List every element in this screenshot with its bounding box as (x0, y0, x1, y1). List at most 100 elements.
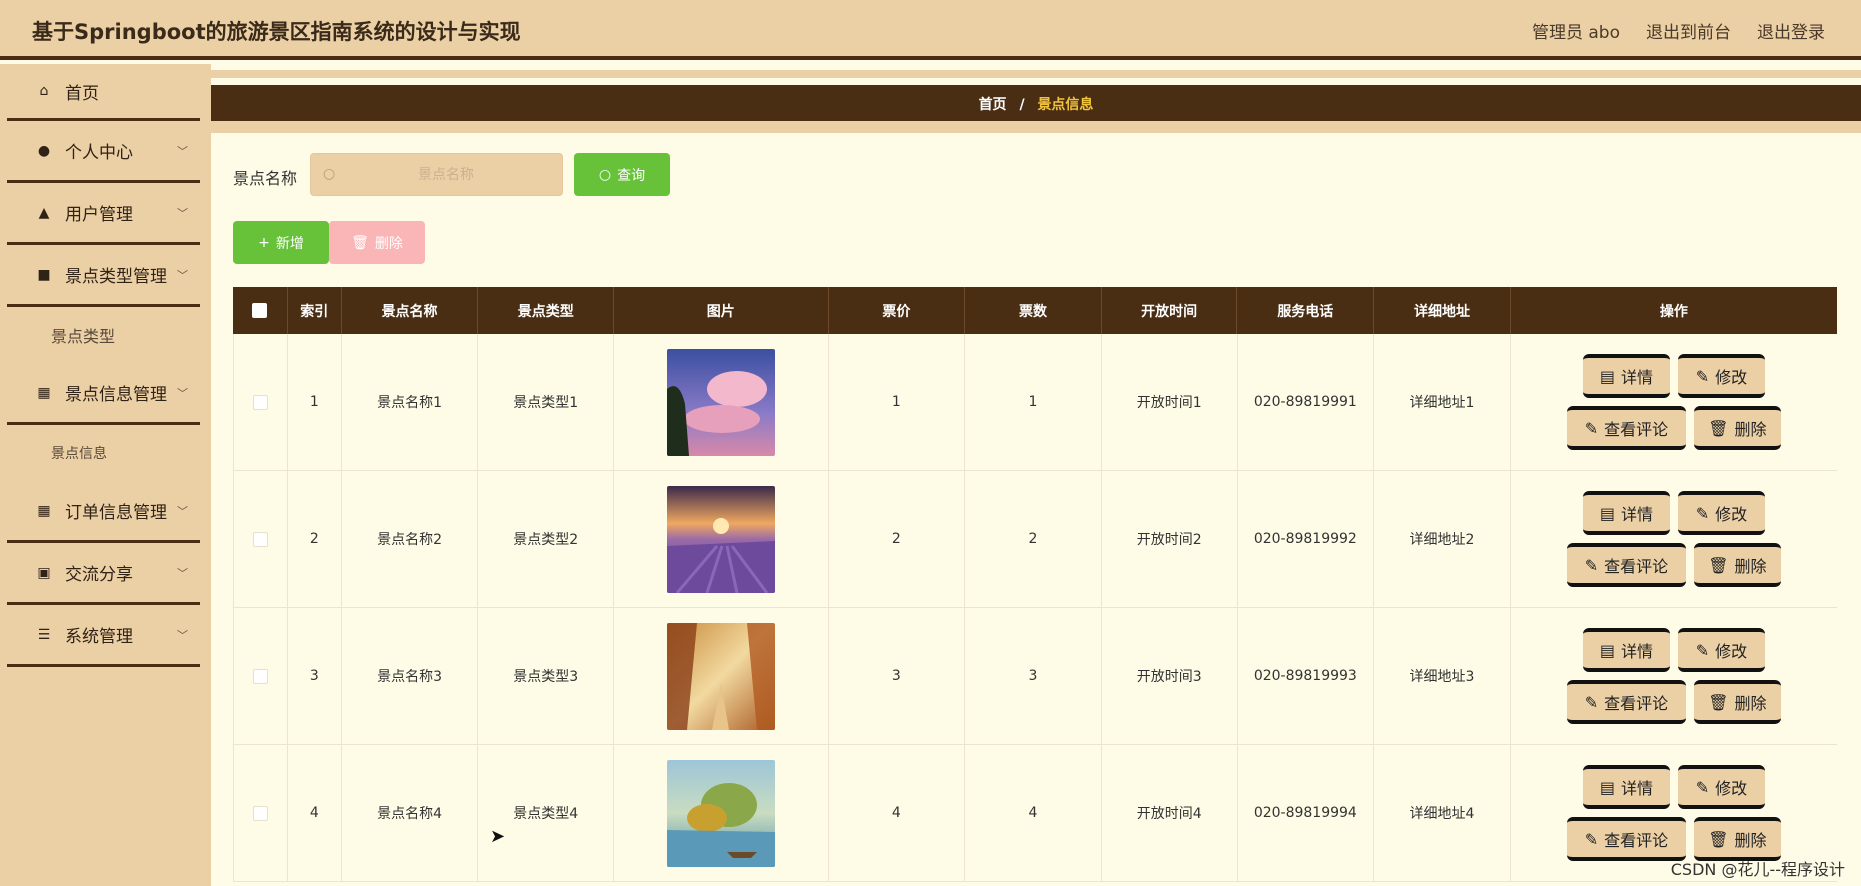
delete-button[interactable]: 🗑 删除 (1693, 406, 1781, 450)
scenic-thumbnail[interactable] (666, 348, 775, 456)
query-button-label: 查询 (617, 167, 646, 184)
cell-price: 1 (829, 334, 966, 470)
row-checkbox[interactable] (252, 531, 268, 547)
pencil-icon: ✎ (1695, 640, 1710, 660)
cell-name: 景点名称2 (342, 471, 479, 607)
breadcrumb-home[interactable]: 首页 (979, 97, 1007, 113)
edit-button[interactable]: ✎ 修改 (1677, 491, 1765, 535)
document-icon: ▤ (1599, 503, 1615, 523)
row-actions: ▤ 详情 ✎ 修改 ✎ 查看评论 🗑 删除 (1566, 628, 1781, 724)
row-checkbox[interactable] (252, 668, 268, 684)
pencil-icon: ✎ (1584, 692, 1599, 712)
column-header: 操作 (1659, 303, 1688, 320)
column-header[interactable]: 景点类型 (478, 287, 615, 334)
top-strip (211, 70, 1861, 78)
edit-button[interactable]: ✎ 修改 (1677, 354, 1765, 398)
delete-button[interactable]: 🗑 删除 (1693, 817, 1781, 861)
cell-name: 景点名称1 (342, 334, 479, 470)
cell-price: 4 (829, 745, 966, 881)
column-header[interactable]: 票价 (829, 287, 966, 334)
search-input[interactable] (341, 154, 551, 195)
cell-actions: ▤ 详情 ✎ 修改 ✎ 查看评论 🗑 删除 (1511, 334, 1837, 470)
sidebar-item-orders[interactable]: ▦ 订单信息管理 ﹀ (7, 481, 200, 543)
main-content: 首页 / 景点信息 景点名称 ○ ○ 查询 + 新增 🗑 删除 索引 景点名称 … (211, 64, 1861, 886)
detail-button[interactable]: ▤ 详情 (1582, 354, 1670, 398)
column-header[interactable]: 景点名称 (342, 287, 479, 334)
delete-button[interactable]: 🗑 删除 (1693, 543, 1781, 587)
sidebar-item-scenic-type-mgmt[interactable]: ■ 景点类型管理 ﹀ (7, 245, 200, 307)
breadcrumb-underlay (211, 121, 1861, 133)
scenic-thumbnail[interactable] (666, 759, 775, 867)
sidebar-subitem-scenic-info[interactable]: 景点信息 (7, 425, 200, 481)
column-header[interactable]: 索引 (288, 287, 342, 334)
table-header: 索引 景点名称 景点类型 图片 票价 票数 开放时间 服务电话 详细地址 操作 (233, 287, 1837, 334)
document-icon: ▤ (1599, 366, 1615, 386)
mouse-cursor-icon: ➤ (490, 826, 506, 847)
cell-address: 详细地址3 (1374, 608, 1511, 744)
select-all-checkbox[interactable] (252, 303, 268, 318)
search-icon: ○ (323, 166, 336, 182)
delete-button[interactable]: 🗑 删除 (1693, 680, 1781, 724)
row-select-cell (233, 608, 288, 744)
cell-phone: 020-89819994 (1238, 745, 1375, 881)
add-button[interactable]: + 新增 (233, 221, 329, 264)
logout-link[interactable]: 退出登录 (1757, 18, 1825, 43)
sidebar-item-system[interactable]: ☰ 系统管理 ﹀ (7, 605, 200, 667)
detail-button[interactable]: ▤ 详情 (1582, 628, 1670, 672)
breadcrumb-separator: / (1019, 97, 1025, 113)
grid-icon: ▦ (37, 502, 51, 519)
edit-button[interactable]: ✎ 修改 (1677, 765, 1765, 809)
sidebar: ⌂ 首页 ● 个人中心 ﹀ ▲ 用户管理 ﹀ ■ 景点类型管理 ﹀ 景点类型 ▦… (0, 64, 211, 886)
query-button[interactable]: ○ 查询 (574, 153, 670, 196)
row-select-cell (233, 334, 288, 470)
sidebar-item-share[interactable]: ▣ 交流分享 ﹀ (7, 543, 200, 605)
document-icon: ▤ (1599, 777, 1615, 797)
row-checkbox[interactable] (252, 805, 268, 821)
sidebar-item-home[interactable]: ⌂ 首页 (7, 64, 200, 121)
sidebar-item-profile[interactable]: ● 个人中心 ﹀ (7, 121, 200, 183)
detail-button-label: 详情 (1620, 779, 1653, 798)
cell-name: 景点名称3 (342, 608, 479, 744)
edit-button[interactable]: ✎ 修改 (1677, 628, 1765, 672)
cell-index: 1 (288, 334, 342, 470)
detail-button-label: 详情 (1620, 642, 1653, 661)
scenic-table: 索引 景点名称 景点类型 图片 票价 票数 开放时间 服务电话 详细地址 操作 … (233, 287, 1837, 882)
edit-button-label: 修改 (1715, 505, 1748, 524)
delete-button-label: 删除 (1734, 694, 1767, 713)
cell-phone: 020-89819993 (1238, 608, 1375, 744)
column-header[interactable]: 详细地址 (1374, 287, 1511, 334)
view-comments-button[interactable]: ✎ 查看评论 (1566, 680, 1686, 724)
detail-button[interactable]: ▤ 详情 (1582, 765, 1670, 809)
row-actions: ▤ 详情 ✎ 修改 ✎ 查看评论 🗑 删除 (1566, 354, 1781, 450)
admin-user-link[interactable]: 管理员 abo (1532, 18, 1620, 43)
actions-line: ✎ 查看评论 🗑 删除 (1566, 817, 1781, 861)
row-select-cell (233, 471, 288, 607)
sidebar-item-label: 订单信息管理 (65, 503, 167, 523)
scenic-thumbnail[interactable] (666, 622, 775, 730)
actions-line: ▤ 详情 ✎ 修改 (1582, 354, 1765, 398)
column-header[interactable]: 票数 (965, 287, 1102, 334)
cell-image (614, 334, 829, 470)
table-row: 3 景点名称3 景点类型3 3 3 开放时间3 020-89819993 详细地… (233, 608, 1837, 745)
scenic-thumbnail[interactable] (666, 485, 775, 593)
exit-to-front-link[interactable]: 退出到前台 (1646, 18, 1731, 43)
sidebar-subitem-scenic-type[interactable]: 景点类型 (7, 307, 200, 363)
cell-index: 2 (288, 471, 342, 607)
view-comments-button[interactable]: ✎ 查看评论 (1566, 406, 1686, 450)
breadcrumb-bar: 首页 / 景点信息 (211, 85, 1861, 121)
cell-type: 景点类型4 (478, 745, 615, 881)
select-all-cell (233, 287, 288, 334)
column-header[interactable]: 服务电话 (1237, 287, 1375, 334)
sidebar-item-users[interactable]: ▲ 用户管理 ﹀ (7, 183, 200, 245)
column-header[interactable]: 开放时间 (1102, 287, 1238, 334)
cell-index: 3 (288, 608, 342, 744)
view-comments-button[interactable]: ✎ 查看评论 (1566, 543, 1686, 587)
actions-line: ✎ 查看评论 🗑 删除 (1566, 680, 1781, 724)
batch-delete-button[interactable]: 🗑 删除 (329, 221, 425, 264)
sidebar-item-label: 个人中心 (65, 143, 133, 163)
row-checkbox[interactable] (252, 394, 268, 410)
sidebar-item-scenic-info-mgmt[interactable]: ▦ 景点信息管理 ﹀ (7, 363, 200, 425)
view-comments-button[interactable]: ✎ 查看评论 (1566, 817, 1686, 861)
detail-button[interactable]: ▤ 详情 (1582, 491, 1670, 535)
watermark: CSDN @花儿--程序设计 (1670, 860, 1845, 879)
